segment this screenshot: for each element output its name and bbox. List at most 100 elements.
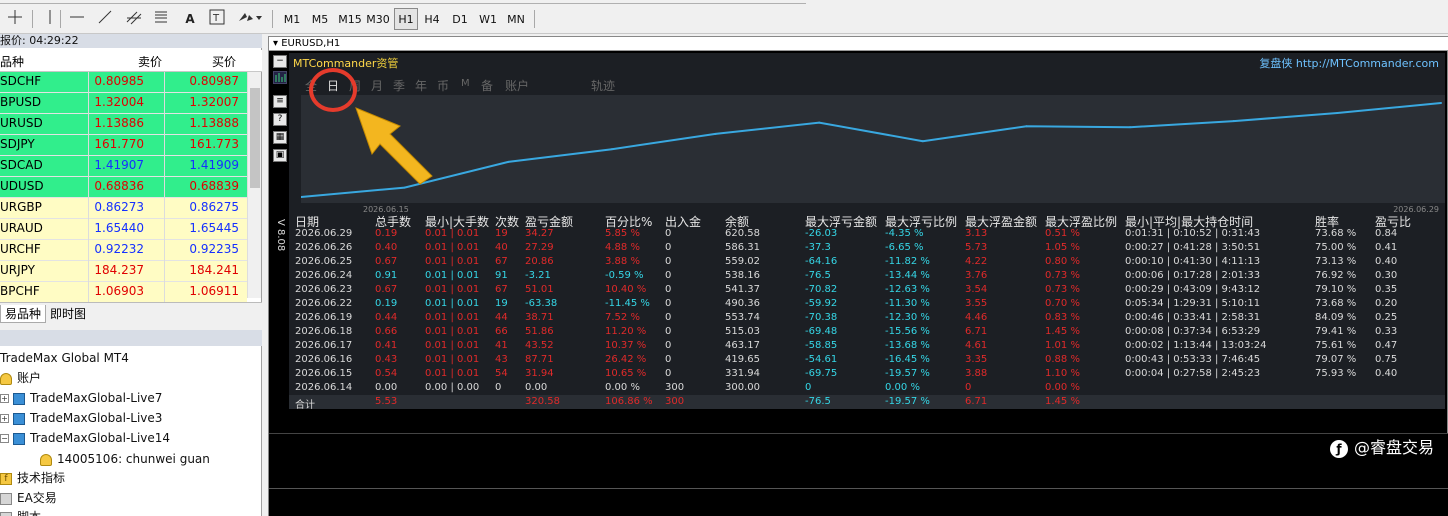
equalizer-icon[interactable] [273,71,287,84]
quote-bid: 1.32004 [94,95,144,109]
col-symbol[interactable]: 品种 [0,53,24,70]
col-bid[interactable]: 卖价 [138,53,162,70]
timeframe-h4[interactable]: H4 [420,8,444,30]
tab-symbols[interactable]: 易品种 [0,305,47,323]
table-cell: 10.40 % [605,284,647,295]
sub-account[interactable]: 14005106: chunwei guan [40,450,210,468]
menu-icon[interactable]: ≡ [273,95,287,108]
arrows-dropdown-icon[interactable] [236,9,264,29]
navigator-indicators[interactable]: f 技术指标 [0,469,65,487]
text-label-icon[interactable]: T [208,9,226,29]
quote-ask: 1.32007 [189,95,239,109]
timeframe-m15[interactable]: M15 [336,8,364,30]
quote-row[interactable]: URCHF 0.92232 0.92235 [0,240,247,261]
tab-quarter[interactable]: 季 [393,77,405,94]
minimize-icon[interactable]: − [273,55,287,68]
table-cell: 515.03 [725,326,760,337]
quote-ask: 1.41909 [189,158,239,172]
tab-tick-chart[interactable]: 即时图 [46,305,90,323]
expand-icon[interactable]: + [0,414,9,423]
tab-backup[interactable]: 备 [481,77,493,94]
quote-row[interactable]: BPCHF 1.06903 1.06911 [0,282,247,303]
window-icon[interactable]: ▣ [273,149,287,162]
account-live7[interactable]: + TradeMaxGlobal-Live7 [0,389,162,407]
quote-row[interactable]: URAUD 1.65440 1.65445 [0,219,247,240]
table-cell: 75.93 % [1315,368,1357,379]
table-cell: 0.00 % [885,382,920,393]
collapse-icon[interactable]: − [0,434,9,443]
table-row: 2026.06.22 0.19 0.01 | 0.01 19 -63.38 -11.45 … [295,298,1445,312]
table-cell: 34.27 [525,228,554,239]
table-cell: 79.41 % [1315,326,1357,337]
navigator-panel: TradeMax Global MT4 账户 + TradeMaxGlobal-L… [0,330,262,516]
navigator-titlebar [0,330,262,346]
timeframe-mn[interactable]: MN [504,8,528,30]
account-live14[interactable]: − TradeMaxGlobal-Live14 [0,429,170,447]
table-cell: 0:00:46 | 0:33:41 | 2:58:31 [1125,312,1261,323]
table-cell: 0.19 [375,298,398,309]
table-cell: 2026.06.17 [295,340,353,351]
navigator-scripts[interactable]: 脚本 [0,508,41,516]
tab-year[interactable]: 年 [415,77,427,94]
market-watch-scrollbar[interactable] [247,72,261,298]
trendline-icon[interactable] [96,9,114,29]
table-cell: 3.88 [965,368,988,379]
account-live3[interactable]: + TradeMaxGlobal-Live3 [0,409,162,427]
market-watch-title: 报价: 04:29:22 [0,34,262,48]
table-cell: 2026.06.24 [295,270,353,281]
horizontal-line-icon[interactable] [68,9,86,29]
channel-icon[interactable] [124,9,144,29]
crosshair-icon[interactable] [6,9,24,29]
total-cell: 6.71 [965,396,988,407]
timeframe-m5[interactable]: M5 [308,8,332,30]
grid-icon[interactable]: ▦ [273,131,287,144]
table-cell: 0.30 [1375,270,1398,281]
quote-row[interactable]: SDCAD 1.41907 1.41909 [0,156,247,177]
table-cell: 1.10 % [1045,368,1080,379]
quote-row[interactable]: UDUSD 0.68836 0.68839 [0,177,247,198]
navigator-ea[interactable]: EA交易 [0,489,57,507]
table-row: 2026.06.19 0.44 0.01 | 0.01 44 38.71 7.52 % 0 5… [295,312,1445,326]
table-cell: 0.84 [1375,228,1398,239]
table-cell: 490.36 [725,298,760,309]
timeframe-h1[interactable]: H1 [394,8,418,30]
quote-row[interactable]: URUSD 1.13886 1.13888 [0,114,247,135]
table-cell: 84.09 % [1315,312,1357,323]
vertical-line-icon[interactable] [42,9,58,29]
tab-month[interactable]: 月 [371,77,383,94]
timeframe-w1[interactable]: W1 [476,8,500,30]
fibonacci-icon[interactable] [152,9,170,29]
table-cell: 0.67 [375,284,398,295]
brand-link[interactable]: 复盘侠 http://MTCommander.com [1259,55,1439,71]
text-icon[interactable]: A [182,9,198,29]
table-cell: 2026.06.15 [295,368,353,379]
equity-point [1129,126,1132,129]
tab-trajectory[interactable]: 轨迹 [591,77,615,94]
quote-row[interactable]: URGBP 0.86273 0.86275 [0,198,247,219]
quote-row[interactable]: URJPY 184.237 184.241 [0,261,247,282]
navigator-root[interactable]: TradeMax Global MT4 [0,349,129,367]
timeframe-m30[interactable]: M30 [364,8,392,30]
highlight-circle [309,68,357,112]
table-cell: -13.44 % [885,270,930,281]
timeframe-d1[interactable]: D1 [448,8,472,30]
quote-row[interactable]: SDJPY 161.770 161.773 [0,135,247,156]
total-cell: -76.5 [805,396,831,407]
table-cell: 27.29 [525,242,554,253]
help-icon[interactable]: ? [273,113,287,126]
table-cell: -70.38 [805,312,838,323]
tab-account[interactable]: 账户 [505,77,529,94]
navigator-accounts[interactable]: 账户 [0,369,41,387]
quote-ask: 0.86275 [189,200,239,214]
table-cell: 1.01 % [1045,340,1080,351]
table-row: 2026.06.16 0.43 0.01 | 0.01 43 87.71 26.42 % 0… [295,354,1445,368]
expand-icon[interactable]: + [0,394,9,403]
quote-row[interactable]: SDCHF 0.80985 0.80987 [0,72,247,93]
table-cell: 26.42 % [605,354,647,365]
col-ask[interactable]: 买价 [212,53,236,70]
chart-window[interactable]: ▾ EURUSD,H1 − ≡ ? ▦ ▣ V 8.08 MTCommander… [268,36,1448,516]
timeframe-m1[interactable]: M1 [280,8,304,30]
tab-currency[interactable]: 币 [437,77,449,94]
quote-row[interactable]: BPUSD 1.32004 1.32007 [0,93,247,114]
tab-m[interactable]: M [461,78,470,89]
